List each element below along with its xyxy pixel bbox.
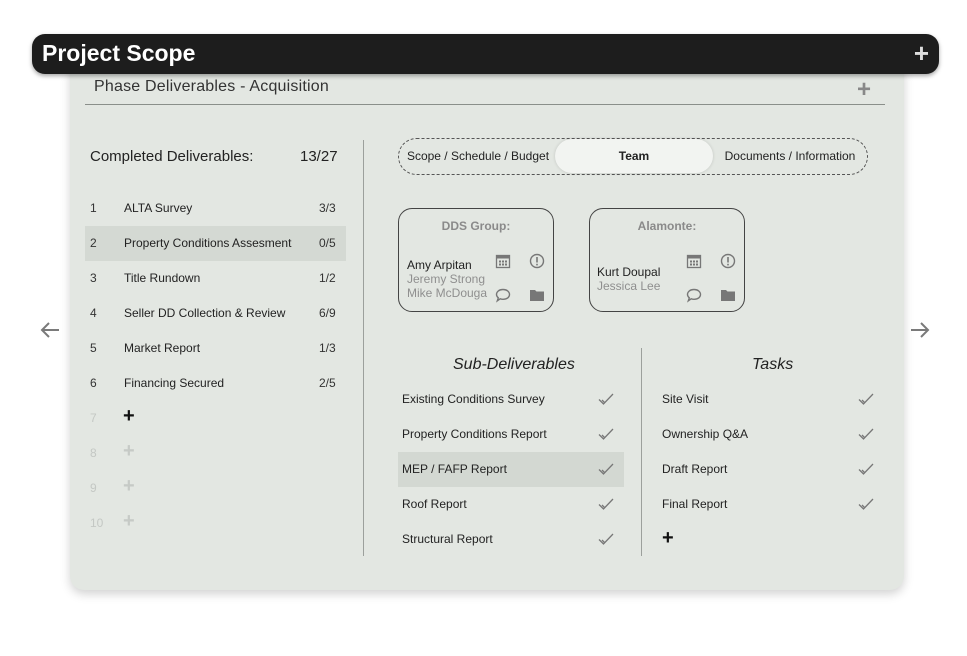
sub-deliverable-item[interactable]: MEP / FAFP Report: [398, 452, 624, 487]
tasks-heading: Tasks: [752, 356, 794, 373]
check-icon[interactable]: [858, 427, 874, 441]
deliverable-progress: 2/5: [319, 376, 336, 390]
row-number: 1: [90, 201, 97, 215]
task-label: Ownership Q&A: [662, 427, 749, 441]
check-icon[interactable]: [598, 427, 614, 441]
deliverable-name: Property Conditions Assesment: [124, 236, 292, 250]
sub-deliverable-label: Roof Report: [402, 497, 467, 511]
team-member: Amy Arpitan: [407, 258, 472, 272]
task-item[interactable]: Site Visit: [658, 382, 884, 417]
team-member: Kurt Doupal: [597, 265, 661, 279]
deliverable-row[interactable]: 5 Market Report 1/3: [85, 331, 346, 366]
task-label: Site Visit: [662, 392, 709, 406]
row-number: 9: [90, 481, 97, 495]
arrow-right-icon[interactable]: [908, 318, 932, 342]
deliverable-row-empty: 8 +: [85, 436, 346, 471]
add-deliverable-button[interactable]: +: [123, 511, 135, 531]
task-label: Draft Report: [662, 462, 728, 476]
team-name: Alamonte:: [637, 219, 697, 233]
add-deliverable-button[interactable]: +: [123, 406, 135, 426]
deliverable-name: Title Rundown: [124, 271, 201, 285]
add-deliverable-button[interactable]: +: [123, 476, 135, 496]
team-card-alamonte[interactable]: Alamonte: Kurt Doupal Jessica Lee: [589, 208, 745, 312]
deliverable-progress: 1/3: [319, 341, 336, 355]
team-card-dds-group[interactable]: DDS Group: Amy Arpitan Jeremy Strong Mik…: [398, 208, 554, 312]
row-number: 8: [90, 446, 97, 460]
sub-deliverable-label: Existing Conditions Survey: [402, 392, 545, 406]
tab-bar: Scope / Schedule / Budget Team Documents…: [398, 138, 868, 175]
sub-deliverable-item[interactable]: Existing Conditions Survey: [398, 382, 624, 417]
deliverable-name: Market Report: [124, 341, 201, 355]
tab-documents-information[interactable]: Documents / Information: [715, 139, 865, 173]
add-project-button[interactable]: +: [914, 40, 929, 66]
deliverable-row[interactable]: 2 Property Conditions Assesment 0/5: [85, 226, 346, 261]
deliverable-row-empty: 7 +: [85, 401, 346, 436]
team-member: Mike McDouga: [407, 286, 488, 300]
check-icon[interactable]: [598, 497, 614, 511]
row-number: 10: [90, 516, 104, 530]
task-label: Final Report: [662, 497, 728, 511]
row-number: 5: [90, 341, 97, 355]
calendar-icon[interactable]: [495, 253, 511, 269]
deliverable-name: Financing Secured: [124, 376, 225, 390]
sub-deliverable-item[interactable]: Structural Report: [398, 522, 624, 557]
check-icon[interactable]: [598, 532, 614, 546]
add-phase-button[interactable]: +: [857, 76, 871, 104]
deliverable-name: ALTA Survey: [124, 201, 193, 215]
check-icon[interactable]: [598, 392, 614, 406]
folder-icon[interactable]: [720, 287, 736, 303]
section-title: Phase Deliverables - Acquisition: [94, 78, 329, 95]
tab-team[interactable]: Team: [555, 139, 713, 173]
deliverable-row-empty: 10 +: [85, 506, 346, 541]
team-member: Jessica Lee: [597, 279, 661, 293]
check-icon[interactable]: [598, 462, 614, 476]
row-number: 4: [90, 306, 97, 320]
row-number: 2: [90, 236, 97, 250]
deliverable-progress: 0/5: [319, 236, 336, 250]
section-divider: [85, 104, 885, 105]
sub-deliverables-heading: Sub-Deliverables: [453, 356, 575, 373]
row-number: 3: [90, 271, 97, 285]
arrow-left-icon[interactable]: [38, 318, 62, 342]
check-icon[interactable]: [858, 392, 874, 406]
check-icon[interactable]: [858, 497, 874, 511]
comment-icon[interactable]: [686, 287, 702, 303]
sub-deliverable-item[interactable]: Roof Report: [398, 487, 624, 522]
row-number: 7: [90, 411, 97, 425]
completed-deliverables-count: 13/27: [300, 148, 338, 165]
subcolumn-divider: [641, 348, 642, 556]
row-number: 6: [90, 376, 97, 390]
deliverable-row-empty: 9 +: [85, 471, 346, 506]
alert-icon[interactable]: [720, 253, 736, 269]
calendar-icon[interactable]: [686, 253, 702, 269]
task-item[interactable]: Final Report: [658, 487, 884, 522]
tab-scope-schedule-budget[interactable]: Scope / Schedule / Budget: [403, 139, 553, 173]
sub-deliverable-item[interactable]: Property Conditions Report: [398, 417, 624, 452]
deliverable-progress: 3/3: [319, 201, 336, 215]
alert-icon[interactable]: [529, 253, 545, 269]
task-item[interactable]: Ownership Q&A: [658, 417, 884, 452]
add-task-button[interactable]: +: [662, 528, 674, 548]
team-member: Jeremy Strong: [407, 272, 486, 286]
task-item[interactable]: Draft Report: [658, 452, 884, 487]
comment-icon[interactable]: [495, 287, 511, 303]
folder-icon[interactable]: [529, 287, 545, 303]
deliverable-row[interactable]: 4 Seller DD Collection & Review 6/9: [85, 296, 346, 331]
deliverable-progress: 1/2: [319, 271, 336, 285]
title-bar: Project Scope +: [32, 34, 939, 74]
completed-deliverables-label: Completed Deliverables:: [90, 148, 254, 165]
check-icon[interactable]: [858, 462, 874, 476]
deliverable-name: Seller DD Collection & Review: [124, 306, 286, 320]
deliverable-row[interactable]: 3 Title Rundown 1/2: [85, 261, 346, 296]
add-deliverable-button[interactable]: +: [123, 441, 135, 461]
team-name: DDS Group:: [441, 219, 511, 233]
sub-deliverable-label: Structural Report: [402, 532, 493, 546]
page-title: Project Scope: [42, 40, 196, 66]
deliverable-progress: 6/9: [319, 306, 336, 320]
deliverable-row[interactable]: 6 Financing Secured 2/5: [85, 366, 346, 401]
column-divider: [363, 140, 364, 556]
sub-deliverable-label: Property Conditions Report: [402, 427, 547, 441]
deliverable-row[interactable]: 1 ALTA Survey 3/3: [85, 191, 346, 226]
sub-deliverable-label: MEP / FAFP Report: [402, 462, 507, 476]
